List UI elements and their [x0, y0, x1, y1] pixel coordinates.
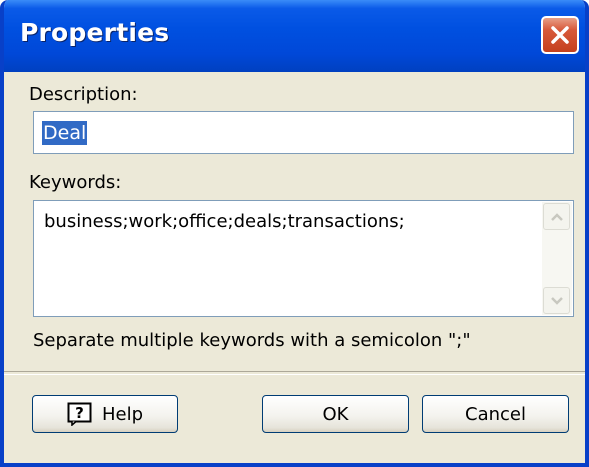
button-divider — [4, 371, 585, 375]
ok-button[interactable]: OK — [262, 395, 409, 433]
help-icon: ? — [67, 402, 92, 426]
close-icon — [551, 26, 569, 44]
help-button-label: Help — [101, 403, 144, 425]
keywords-label: Keywords: — [29, 172, 122, 193]
chevron-up-icon — [550, 212, 563, 221]
scroll-down-button[interactable] — [543, 287, 570, 314]
dialog-title: Properties — [20, 18, 170, 47]
scroll-up-button[interactable] — [543, 203, 570, 230]
keywords-textarea[interactable]: business;work;office;deals;transactions; — [33, 200, 574, 317]
title-bar[interactable]: Properties — [4, 0, 585, 72]
help-button[interactable]: ? Help — [32, 395, 178, 433]
ok-button-label: OK — [322, 403, 349, 425]
keywords-hint: Separate multiple keywords with a semico… — [33, 330, 471, 351]
chevron-down-icon — [550, 296, 563, 305]
cancel-button-label: Cancel — [465, 403, 526, 425]
description-value: Deal — [42, 120, 88, 145]
keywords-value: business;work;office;deals;transactions; — [44, 211, 405, 232]
description-label: Description: — [29, 84, 138, 105]
cancel-button[interactable]: Cancel — [422, 395, 569, 433]
keywords-scrollbar[interactable] — [542, 202, 572, 315]
properties-dialog: Properties Description: Deal Keywords: b… — [0, 0, 589, 467]
description-field[interactable]: Deal — [33, 111, 574, 154]
close-button[interactable] — [541, 16, 579, 54]
svg-text:?: ? — [75, 404, 84, 422]
